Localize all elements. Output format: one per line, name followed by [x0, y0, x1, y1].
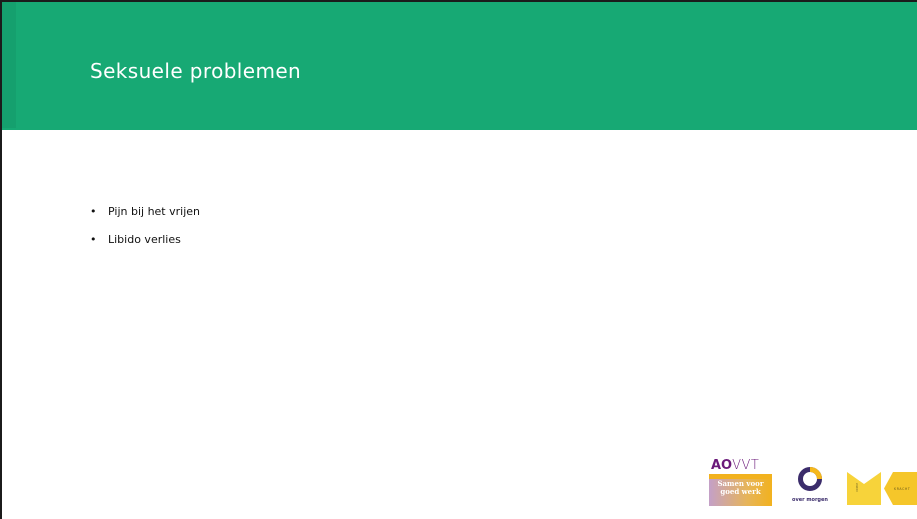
- aovvt-slogan: Samen voor goed werk: [709, 480, 772, 496]
- aovvt-wordmark: AOVVT: [711, 457, 759, 474]
- kracht-shape-icon: KRACHT: [884, 472, 917, 505]
- overmorgen-logo: over morgen: [792, 464, 828, 508]
- bullet-item: • Pijn bij het vrijen: [90, 201, 200, 221]
- m-logo: ONEM: [847, 472, 881, 505]
- aovvt-vvt-text: VVT: [732, 458, 760, 473]
- bullet-text: Pijn bij het vrijen: [108, 204, 200, 218]
- bullet-marker: •: [90, 232, 97, 246]
- slide-header-band-edge: [2, 2, 16, 128]
- aovvt-slogan-box: Samen voor goed werk: [709, 474, 772, 506]
- bullet-marker: •: [90, 204, 97, 218]
- bullet-list: • Pijn bij het vrijen • Libido verlies: [90, 201, 200, 257]
- aovvt-ao-text: AO: [711, 458, 733, 473]
- bullet-text: Libido verlies: [108, 232, 181, 246]
- kracht-label: KRACHT: [894, 487, 910, 491]
- bullet-item: • Libido verlies: [90, 229, 200, 249]
- presentation-slide: Seksuele problemen • Pijn bij het vrijen…: [0, 0, 917, 519]
- m-shape-icon: ONEM: [847, 472, 881, 505]
- slide-title: Seksuele problemen: [90, 59, 302, 83]
- aovvt-logo: AOVVT Samen voor goed werk: [709, 457, 772, 507]
- overmorgen-label: over morgen: [792, 497, 828, 503]
- m-logo-side-text: ONEM: [855, 482, 859, 492]
- ring-icon: [798, 467, 822, 491]
- kracht-logo: KRACHT: [884, 472, 917, 505]
- aovvt-slogan-line2: goed werk: [720, 487, 761, 496]
